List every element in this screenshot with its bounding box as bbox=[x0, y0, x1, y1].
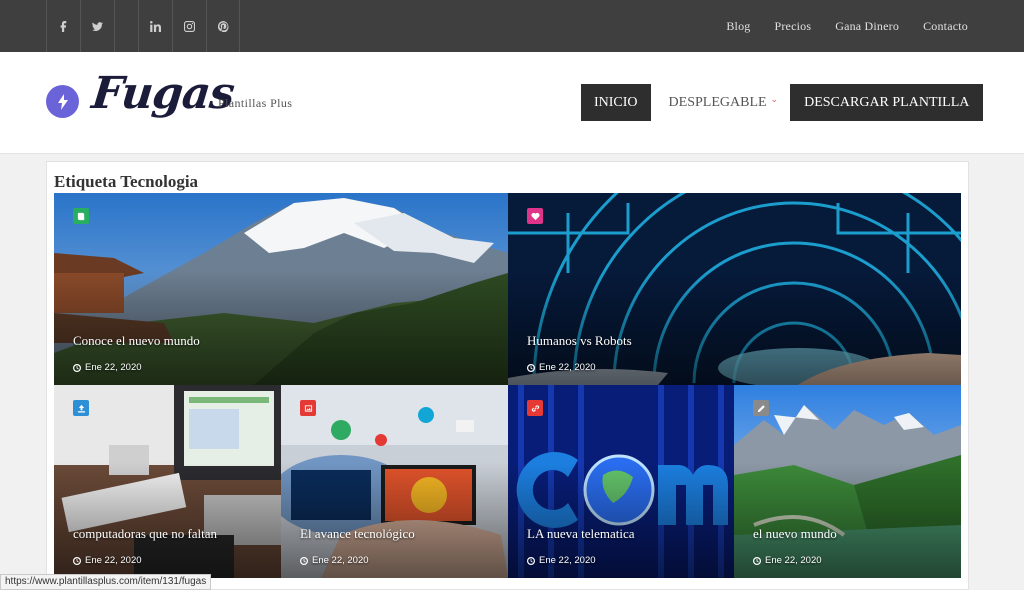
section-title: Etiqueta Tecnologia bbox=[54, 172, 199, 191]
post-date-text: Ene 22, 2020 bbox=[539, 362, 596, 373]
clock-icon bbox=[300, 556, 308, 565]
nav-desplegable[interactable]: DESPLEGABLE ⌄ bbox=[651, 84, 791, 121]
clock-icon bbox=[753, 556, 761, 565]
post-card[interactable]: El avance tecnológico Ene 22, 2020 bbox=[281, 385, 508, 578]
post-card[interactable]: el nuevo mundo Ene 22, 2020 bbox=[734, 385, 961, 578]
post-date-text: Ene 22, 2020 bbox=[85, 362, 142, 373]
post-title[interactable]: Conoce el nuevo mundo bbox=[73, 333, 200, 349]
social-links bbox=[46, 0, 240, 52]
nav-inicio[interactable]: INICIO bbox=[581, 84, 651, 121]
pinterest-icon[interactable] bbox=[206, 0, 240, 52]
post-date-text: Ene 22, 2020 bbox=[85, 555, 142, 566]
post-card[interactable]: LA nueva telematica Ene 22, 2020 bbox=[508, 385, 734, 578]
chevron-down-icon: ⌄ bbox=[770, 94, 779, 104]
logo-text[interactable]: Fugas bbox=[89, 68, 236, 119]
instagram-icon[interactable] bbox=[172, 0, 206, 52]
image-icon bbox=[300, 400, 316, 416]
twitter-icon[interactable] bbox=[80, 0, 114, 52]
social-spacer bbox=[114, 0, 138, 52]
status-bar-url: https://www.plantillasplus.com/item/131/… bbox=[0, 574, 212, 590]
pencil-icon bbox=[753, 400, 769, 416]
post-date: Ene 22, 2020 bbox=[300, 555, 369, 566]
post-date: Ene 22, 2020 bbox=[527, 362, 596, 373]
link-icon bbox=[527, 400, 543, 416]
post-date: Ene 22, 2020 bbox=[73, 555, 142, 566]
main-nav: INICIO DESPLEGABLE ⌄ DESCARGAR PLANTILLA bbox=[581, 84, 984, 121]
post-title[interactable]: LA nueva telematica bbox=[527, 526, 635, 542]
post-card[interactable]: Humanos vs Robots Ene 22, 2020 bbox=[508, 193, 961, 385]
top-menu: Blog Precios Gana Dinero Contacto bbox=[726, 0, 968, 52]
post-date: Ene 22, 2020 bbox=[753, 555, 822, 566]
post-date-text: Ene 22, 2020 bbox=[765, 555, 822, 566]
post-title[interactable]: computadoras que no faltan bbox=[73, 526, 217, 542]
clock-icon bbox=[73, 363, 81, 372]
book-icon bbox=[73, 208, 89, 224]
post-card[interactable]: computadoras que no faltan Ene 22, 2020 bbox=[54, 385, 281, 578]
facebook-icon[interactable] bbox=[46, 0, 80, 52]
top-bar: Blog Precios Gana Dinero Contacto bbox=[0, 0, 1024, 52]
menu-contacto[interactable]: Contacto bbox=[923, 19, 968, 34]
site-header: Fugas Plantillas Plus INICIO DESPLEGABLE… bbox=[0, 52, 1024, 154]
menu-precios[interactable]: Precios bbox=[774, 19, 811, 34]
post-date: Ene 22, 2020 bbox=[527, 555, 596, 566]
post-title[interactable]: El avance tecnológico bbox=[300, 526, 415, 542]
tag-section: Etiqueta Tecnologia Conoce el nuevo mund… bbox=[46, 161, 969, 590]
post-date-text: Ene 22, 2020 bbox=[539, 555, 596, 566]
lightning-icon[interactable] bbox=[46, 85, 79, 118]
post-date-text: Ene 22, 2020 bbox=[312, 555, 369, 566]
menu-blog[interactable]: Blog bbox=[726, 19, 750, 34]
clock-icon bbox=[527, 363, 535, 372]
post-title[interactable]: el nuevo mundo bbox=[753, 526, 837, 542]
linkedin-icon[interactable] bbox=[138, 0, 172, 52]
nav-desplegable-label: DESPLEGABLE bbox=[668, 94, 767, 110]
clock-icon bbox=[73, 556, 81, 565]
site-tagline: Plantillas Plus bbox=[218, 96, 293, 110]
post-title[interactable]: Humanos vs Robots bbox=[527, 333, 632, 349]
clock-icon bbox=[527, 556, 535, 565]
menu-gana-dinero[interactable]: Gana Dinero bbox=[835, 19, 899, 34]
nav-descargar-plantilla[interactable]: DESCARGAR PLANTILLA bbox=[790, 84, 984, 121]
post-date: Ene 22, 2020 bbox=[73, 362, 142, 373]
heart-icon bbox=[527, 208, 543, 224]
post-card[interactable]: Conoce el nuevo mundo Ene 22, 2020 bbox=[54, 193, 508, 385]
upload-icon bbox=[73, 400, 89, 416]
